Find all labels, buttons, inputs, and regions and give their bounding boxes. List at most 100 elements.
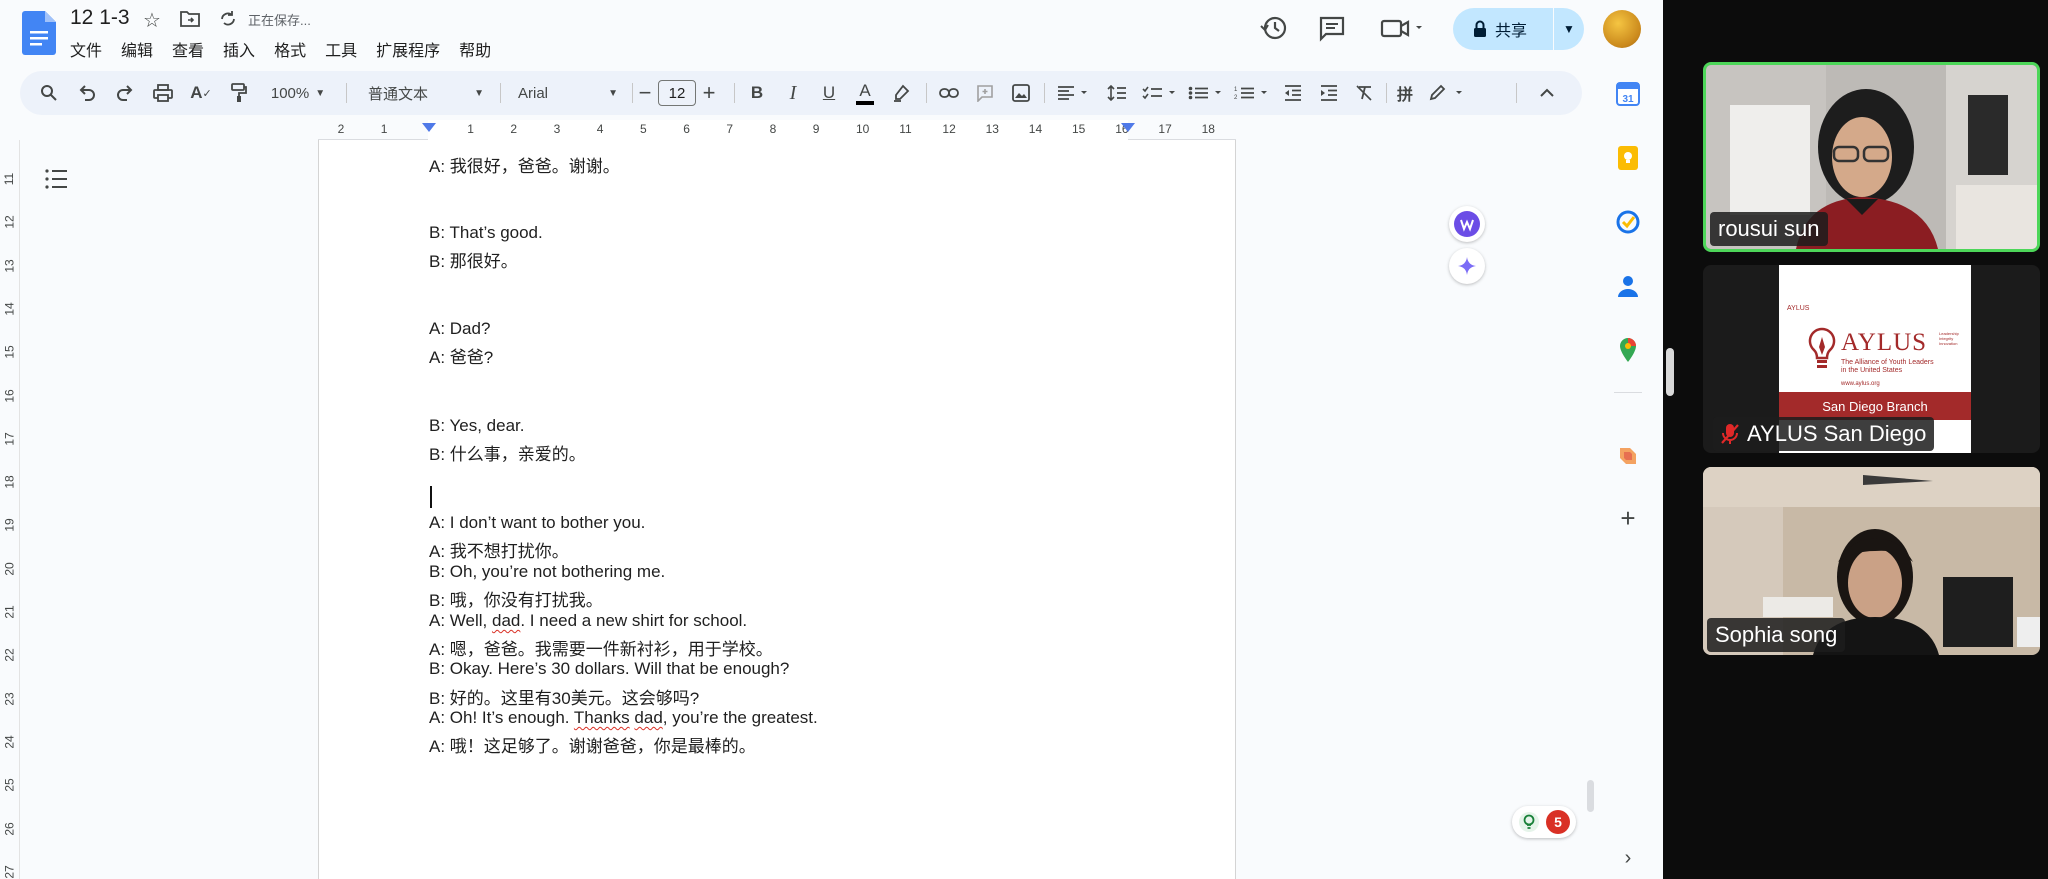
share-main[interactable]: 共享 xyxy=(1453,8,1553,50)
vertical-ruler-number: 12 xyxy=(2,215,17,229)
text-color-icon[interactable]: A xyxy=(852,71,878,115)
aylus-side-words: Leadership Integrity Innovation xyxy=(1939,331,1959,347)
spellcheck-flag[interactable]: dad xyxy=(634,708,662,727)
image-icon[interactable] xyxy=(1008,71,1034,115)
writing-assistant-button[interactable] xyxy=(1449,206,1485,242)
gemini-sparkle-button[interactable] xyxy=(1449,248,1485,284)
maps-icon[interactable] xyxy=(1614,336,1642,364)
notification-badges[interactable]: 5 xyxy=(1512,806,1576,838)
decrease-font-size-icon[interactable]: − xyxy=(634,71,656,115)
undo-icon[interactable] xyxy=(74,71,100,115)
zoom-select[interactable]: 100% ▼ xyxy=(262,71,334,115)
tasks-icon[interactable] xyxy=(1614,208,1642,236)
share-button[interactable]: 共享 ▼ xyxy=(1453,8,1584,50)
star-icon[interactable]: ☆ xyxy=(143,8,161,33)
aylus-branch-banner: San Diego Branch xyxy=(1779,392,1971,420)
bold-icon[interactable]: B xyxy=(744,71,770,115)
font-value: Arial xyxy=(518,84,549,102)
participant-tile-sophia-song[interactable]: Sophia song xyxy=(1703,467,2040,655)
participant-tile-aylus[interactable]: AYLUS AYLUS Leadership Integrity Innovat… xyxy=(1703,265,2040,453)
spellcheck-flag[interactable]: Thanks xyxy=(574,708,630,727)
addon-icon[interactable] xyxy=(1614,442,1642,470)
paint-format-icon[interactable] xyxy=(226,71,252,115)
share-dropdown-icon[interactable]: ▼ xyxy=(1554,22,1584,36)
left-indent-marker[interactable] xyxy=(422,123,436,132)
search-icon[interactable] xyxy=(36,71,62,115)
menu-extensions[interactable]: 扩展程序 xyxy=(376,37,440,61)
participant-tile-rousui-sun[interactable]: rousui sun xyxy=(1703,62,2040,252)
meet-camera-icon[interactable] xyxy=(1378,12,1426,44)
ruler-number: 2 xyxy=(337,122,345,136)
keep-icon[interactable] xyxy=(1614,144,1642,172)
editing-mode-icon[interactable] xyxy=(1424,71,1472,115)
toolbar-divider xyxy=(1386,83,1387,103)
bullet-list-icon[interactable] xyxy=(1186,71,1226,115)
document-title[interactable]: 12 1-3 xyxy=(70,6,130,30)
contacts-icon[interactable] xyxy=(1614,272,1642,300)
font-select[interactable]: Arial ▼ xyxy=(512,71,624,115)
increase-font-size-icon[interactable]: + xyxy=(698,71,720,115)
google-docs-logo-icon[interactable] xyxy=(22,11,56,55)
vertical-ruler-number: 26 xyxy=(2,821,17,836)
add-comment-icon[interactable] xyxy=(972,71,998,115)
menu-format[interactable]: 格式 xyxy=(274,37,306,61)
spellcheck-icon[interactable]: A ✓ xyxy=(188,71,214,115)
collapse-icon[interactable] xyxy=(1534,71,1560,115)
right-indent-marker[interactable] xyxy=(1121,123,1135,132)
horizontal-ruler[interactable]: 2 1 1 2 3 4 5 6 7 8 9 10 11 12 13 14 15 16 17 18 xyxy=(318,120,1236,140)
menu-tools[interactable]: 工具 xyxy=(325,37,357,61)
plus-icon[interactable]: + xyxy=(1614,503,1642,533)
toolbar-divider xyxy=(926,83,927,103)
doc-line: B: Yes, dear. xyxy=(429,416,525,435)
menu-insert[interactable]: 插入 xyxy=(223,37,255,61)
numbered-list-icon[interactable]: 12 xyxy=(1232,71,1272,115)
font-caret-icon: ▼ xyxy=(608,87,618,99)
checklist-icon[interactable] xyxy=(1140,71,1180,115)
italic-icon[interactable]: I xyxy=(780,71,806,115)
outline-icon[interactable] xyxy=(44,166,70,192)
line-spacing-icon[interactable] xyxy=(1104,71,1130,115)
ruler-number: 6 xyxy=(683,122,690,136)
highlight-icon[interactable] xyxy=(888,71,914,115)
ruler-number: 11 xyxy=(899,122,912,136)
explore-bulb-icon[interactable] xyxy=(1518,811,1540,833)
style-value: 普通文本 xyxy=(368,85,429,103)
font-size-input[interactable]: 12 xyxy=(658,80,696,106)
move-to-folder-icon[interactable] xyxy=(180,10,200,28)
menu-help[interactable]: 帮助 xyxy=(459,37,491,61)
doc-line: B: 好的。这里有30美元。这会够吗? xyxy=(429,689,700,708)
vertical-ruler[interactable]: 11 12 13 14 15 16 17 18 19 20 21 22 23 24 25 26 27 xyxy=(0,140,20,879)
vertical-ruler-number: 27 xyxy=(2,865,17,879)
style-select[interactable]: 普通文本 ▼ xyxy=(362,71,490,115)
align-icon[interactable] xyxy=(1054,71,1094,115)
comment-icon[interactable] xyxy=(1316,12,1348,44)
menu-edit[interactable]: 编辑 xyxy=(121,37,153,61)
panel-resize-handle[interactable] xyxy=(1666,348,1674,396)
menu-view[interactable]: 查看 xyxy=(172,37,204,61)
indent-increase-icon[interactable] xyxy=(1316,71,1342,115)
doc-line: B: 哦，你没有打扰我。 xyxy=(429,591,603,610)
ruler-number: 1 xyxy=(467,122,474,136)
document-scrollbar[interactable] xyxy=(1587,780,1594,812)
clear-format-icon[interactable] xyxy=(1352,71,1378,115)
document-page[interactable]: A: 我很好，爸爸。谢谢。 B: That’s good. B: 那很好。 A:… xyxy=(318,140,1236,879)
avatar[interactable] xyxy=(1603,10,1641,48)
ruler-number: 5 xyxy=(640,122,647,136)
underline-icon[interactable]: U xyxy=(816,71,842,115)
ruler-active-area xyxy=(428,120,1128,140)
indent-decrease-icon[interactable] xyxy=(1280,71,1306,115)
side-panel: 31 + › xyxy=(1598,60,1662,879)
history-icon[interactable] xyxy=(1258,12,1290,44)
link-icon[interactable] xyxy=(936,71,962,115)
calendar-icon[interactable]: 31 xyxy=(1614,80,1642,108)
menu-file[interactable]: 文件 xyxy=(70,37,102,61)
print-icon[interactable] xyxy=(150,71,176,115)
vertical-ruler-number: 25 xyxy=(2,778,17,792)
chevron-right-icon[interactable]: › xyxy=(1614,844,1642,872)
pinyin-icon[interactable]: 拼 xyxy=(1392,71,1418,115)
redo-icon[interactable] xyxy=(112,71,138,115)
participant-name-tag: rousui sun xyxy=(1710,212,1828,246)
zoom-value: 100% xyxy=(270,84,310,102)
ruler-number: 8 xyxy=(769,122,777,136)
spellcheck-flag[interactable]: dad xyxy=(492,611,520,630)
